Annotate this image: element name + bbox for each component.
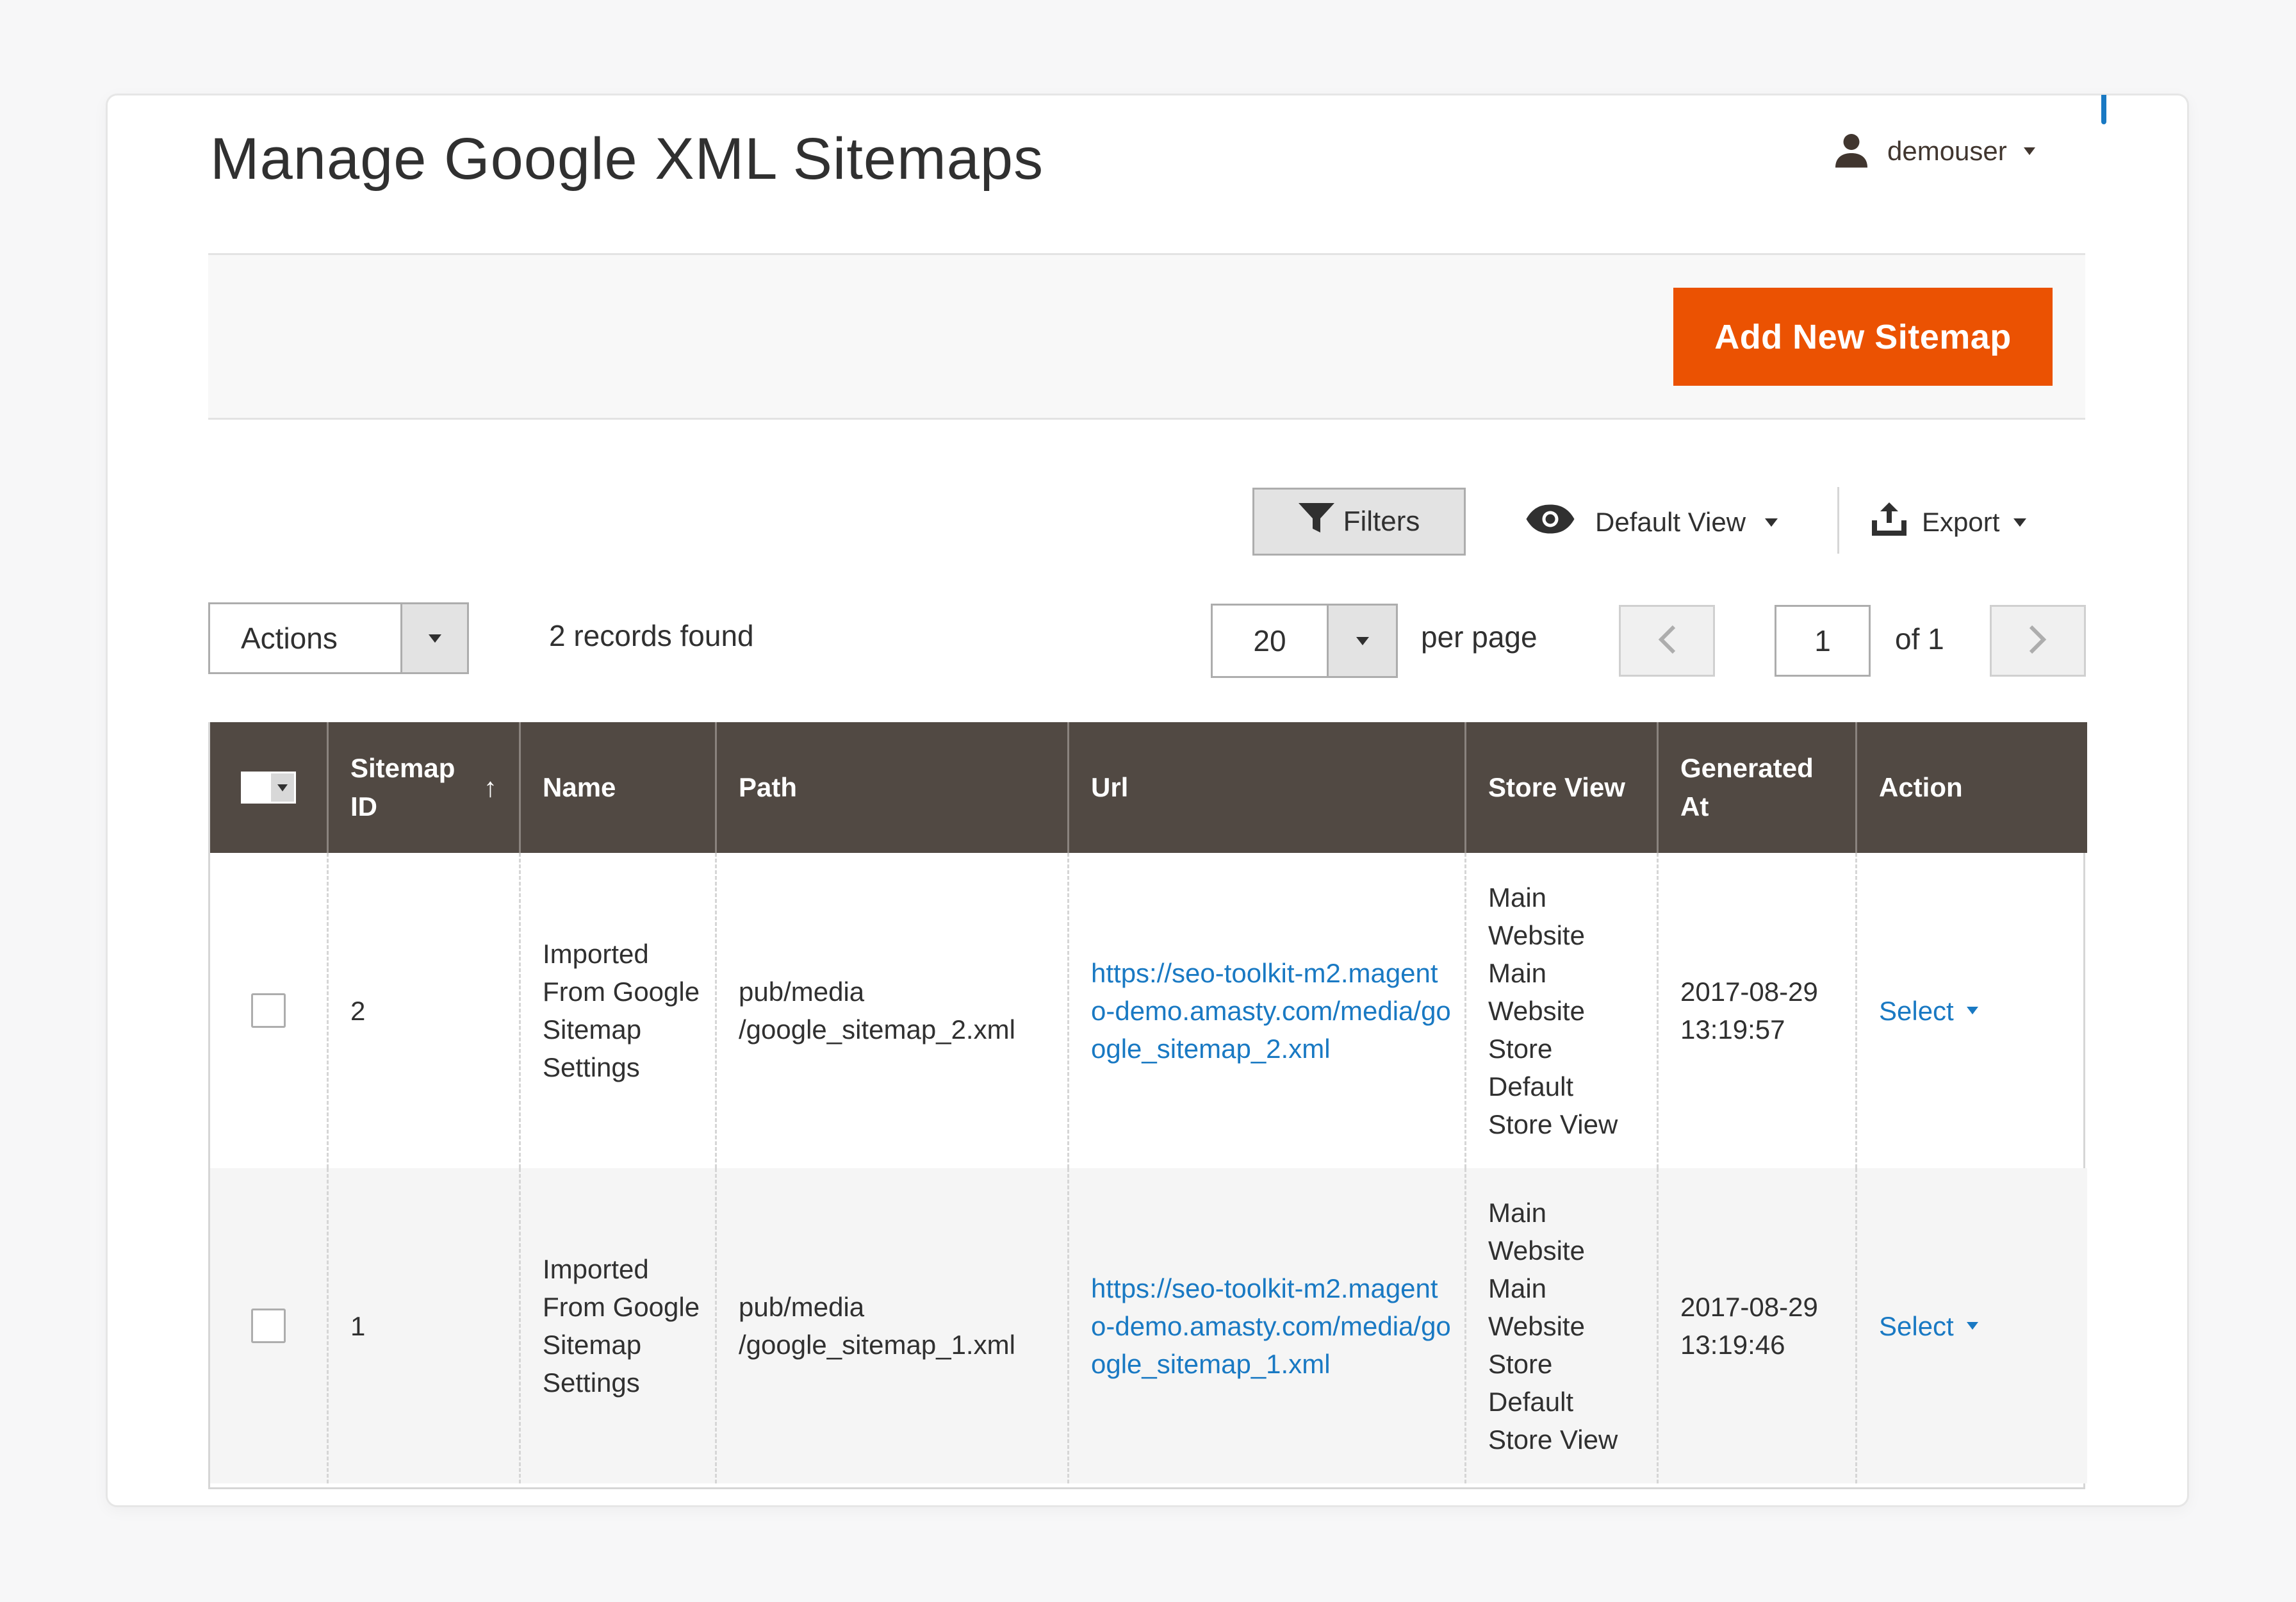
row-checkbox[interactable] bbox=[251, 1309, 286, 1343]
per-page-label: per page bbox=[1421, 620, 1538, 654]
export-label: Export bbox=[1922, 507, 2000, 537]
row-action-select[interactable]: Select bbox=[1879, 1307, 1978, 1345]
top-accent bbox=[2101, 95, 2106, 124]
row-action-select[interactable]: Select bbox=[1879, 992, 1978, 1030]
add-new-sitemap-button[interactable]: Add New Sitemap bbox=[1673, 288, 2053, 386]
sitemap-id-cell: 2 bbox=[327, 853, 519, 1168]
per-page-dropdown-toggle[interactable] bbox=[1327, 606, 1396, 676]
action-cell: Select bbox=[1855, 1168, 2087, 1483]
path-cell: pub/media /google_sitemap_2.xml bbox=[715, 853, 1067, 1168]
store-view-cell: Main Website Main Website Store Default … bbox=[1464, 1168, 1657, 1483]
select-all-checkbox[interactable] bbox=[243, 773, 271, 802]
generated-at-cell: 2017-08-29 13:19:46 bbox=[1657, 1168, 1855, 1483]
actions-label: Actions bbox=[241, 622, 338, 655]
previous-page-button[interactable] bbox=[1619, 605, 1715, 677]
username: demouser bbox=[1887, 136, 2007, 166]
caret-down-icon bbox=[1966, 1322, 1978, 1330]
per-page-select[interactable]: 20 bbox=[1211, 604, 1398, 678]
caret-down-icon bbox=[1966, 1007, 1978, 1014]
user-menu[interactable]: demouser bbox=[1832, 128, 2035, 174]
caret-down-icon bbox=[1765, 518, 1778, 527]
url-cell: https://seo-toolkit-m2.magento-demo.amas… bbox=[1067, 853, 1464, 1168]
column-header-store-view[interactable]: Store View bbox=[1464, 722, 1657, 853]
select-label: Select bbox=[1879, 995, 1954, 1026]
generated-at-cell: 2017-08-29 13:19:57 bbox=[1657, 853, 1855, 1168]
name-cell: Imported From Google Sitemap Settings bbox=[519, 1168, 715, 1483]
user-icon bbox=[1832, 131, 1871, 172]
sort-arrow-icon: ↑ bbox=[484, 772, 497, 802]
path-cell: pub/media /google_sitemap_1.xml bbox=[715, 1168, 1067, 1483]
chevron-left-icon bbox=[1657, 625, 1677, 657]
actions-dropdown-toggle[interactable] bbox=[400, 604, 467, 672]
caret-down-icon bbox=[1356, 636, 1369, 645]
filter-icon bbox=[1298, 502, 1334, 541]
filters-label: Filters bbox=[1343, 506, 1420, 537]
next-page-button[interactable] bbox=[1990, 605, 2086, 677]
export-icon bbox=[1871, 502, 1908, 542]
column-header-action: Action bbox=[1855, 722, 2087, 853]
caret-down-icon bbox=[277, 784, 288, 791]
page-number-input[interactable]: 1 bbox=[1775, 605, 1871, 677]
total-pages-label: of 1 bbox=[1895, 622, 1944, 656]
per-page-value: 20 bbox=[1253, 624, 1286, 657]
mass-actions-select[interactable]: Actions bbox=[208, 602, 469, 674]
sitemaps-grid: Sitemap ID ↑ Name Path Url Store View Ge… bbox=[208, 722, 2087, 1489]
filters-button[interactable]: Filters bbox=[1252, 488, 1466, 556]
table-row-2-select-cell bbox=[210, 1168, 327, 1483]
column-header-url[interactable]: Url bbox=[1067, 722, 1464, 853]
header-select-all-cell bbox=[210, 722, 327, 853]
select-label: Select bbox=[1879, 1310, 1954, 1341]
sitemap-url-link[interactable]: https://seo-toolkit-m2.magento-demo.amas… bbox=[1091, 954, 1452, 1068]
action-cell: Select bbox=[1855, 853, 2087, 1168]
select-all-dropdown[interactable] bbox=[271, 773, 294, 802]
name-cell: Imported From Google Sitemap Settings bbox=[519, 853, 715, 1168]
toolbar-divider bbox=[1837, 487, 1839, 554]
records-count: 2 records found bbox=[549, 619, 754, 652]
column-header-generated-at[interactable]: Generated At bbox=[1657, 722, 1855, 853]
eye-icon bbox=[1525, 503, 1576, 541]
column-header-name[interactable]: Name bbox=[519, 722, 715, 853]
table-row-1-select-cell bbox=[210, 853, 327, 1168]
select-all-multiselect[interactable] bbox=[241, 772, 296, 804]
view-label: Default View bbox=[1595, 507, 1746, 537]
caret-down-icon bbox=[2023, 147, 2035, 155]
row-checkbox[interactable] bbox=[251, 993, 286, 1028]
column-label: Sitemap ID bbox=[350, 753, 455, 822]
column-header-path[interactable]: Path bbox=[715, 722, 1067, 853]
page-title: Manage Google XML Sitemaps bbox=[210, 126, 1044, 192]
caret-down-icon bbox=[428, 634, 441, 643]
store-view-cell: Main Website Main Website Store Default … bbox=[1464, 853, 1657, 1168]
sitemap-url-link[interactable]: https://seo-toolkit-m2.magento-demo.amas… bbox=[1091, 1269, 1452, 1383]
url-cell: https://seo-toolkit-m2.magento-demo.amas… bbox=[1067, 1168, 1464, 1483]
chevron-right-icon bbox=[2028, 625, 2047, 657]
sitemap-id-cell: 1 bbox=[327, 1168, 519, 1483]
export-button[interactable]: Export bbox=[1871, 493, 2027, 551]
caret-down-icon bbox=[2013, 518, 2027, 527]
view-switcher[interactable]: Default View bbox=[1525, 493, 1778, 551]
column-header-sitemap-id[interactable]: Sitemap ID ↑ bbox=[327, 722, 519, 853]
